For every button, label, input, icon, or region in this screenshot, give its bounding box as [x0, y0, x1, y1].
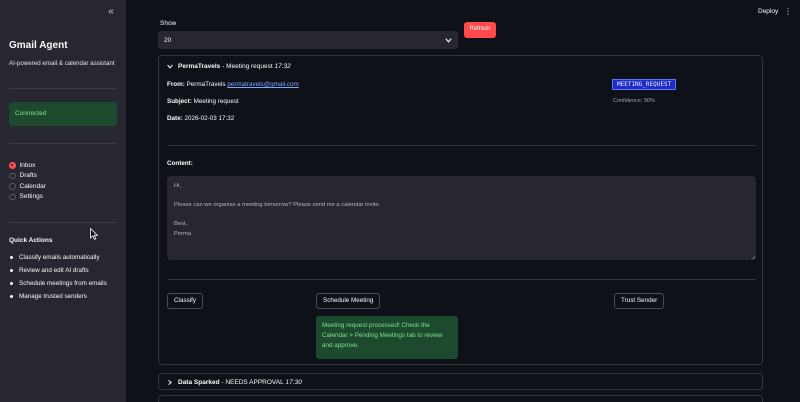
subject-row: Subject: Meeting request — [167, 98, 239, 105]
sidebar: « Gmail Agent AI-powered email & calenda… — [0, 0, 126, 402]
email-sender: PermaTravels — [178, 62, 221, 70]
radio-selected-icon — [9, 162, 16, 169]
nav-item-label: Inbox — [19, 161, 36, 169]
date-label: Date: — [167, 115, 183, 122]
refresh-button[interactable]: Refresh — [464, 22, 496, 38]
divider — [167, 145, 756, 146]
success-alert: Meeting request processed! Check the Cal… — [316, 316, 458, 359]
list-item: Review and edit AI drafts — [9, 266, 107, 279]
collapse-sidebar-icon[interactable]: « — [104, 6, 118, 18]
classify-button[interactable]: Classify — [167, 293, 204, 309]
nav-item-calendar[interactable]: Calendar — [9, 181, 46, 192]
divider — [167, 279, 756, 280]
schedule-meeting-button[interactable]: Schedule Meeting — [316, 293, 381, 309]
list-item: Classify emails automatically — [9, 253, 107, 266]
connection-status: Connected — [9, 102, 117, 126]
classification-badge: MEETING_REQUEST — [612, 79, 677, 90]
sidebar-divider — [9, 222, 117, 223]
list-item: Schedule meetings from emails — [9, 279, 107, 292]
chevron-right-icon — [168, 379, 173, 385]
email-subject: Meeting request — [226, 62, 273, 70]
email-expander-header[interactable]: PermaTravels - Meeting request 17:32 — [167, 61, 291, 71]
sidebar-divider — [9, 88, 117, 89]
quick-actions-list: Classify emails automatically Review and… — [9, 253, 107, 305]
from-email-link[interactable]: permatravels@gmail.com — [227, 81, 298, 88]
radio-icon — [9, 193, 16, 200]
app-subtitle: AI-powered email & calendar assistant — [9, 60, 115, 67]
show-label: Show — [160, 20, 177, 26]
nav-item-inbox[interactable]: Inbox — [9, 160, 46, 171]
email-content-textarea[interactable]: Hi, Please can we organise a meeting tom… — [167, 176, 756, 260]
select-value: 20 — [164, 36, 172, 44]
nav-item-label: Settings — [19, 193, 44, 201]
resize-handle-icon[interactable] — [751, 255, 756, 260]
nav-item-label: Calendar — [19, 182, 46, 190]
show-count-select[interactable]: 20 — [158, 31, 458, 49]
sidebar-divider — [9, 143, 117, 144]
app-title: Gmail Agent — [9, 40, 68, 51]
deploy-button[interactable]: Deploy — [758, 8, 778, 15]
radio-icon — [9, 172, 16, 179]
list-item: Manage trusted senders — [9, 292, 107, 305]
email-time: 17:30 — [285, 378, 302, 386]
radio-icon — [9, 183, 16, 190]
subject-value: Meeting request — [193, 98, 239, 105]
from-row: From: PermaTravels permatravels@gmail.co… — [167, 81, 299, 88]
chevron-down-icon — [445, 37, 452, 43]
nav-item-label: Drafts — [19, 172, 37, 180]
email-expander: PermaTravels - Meeting request 17:32 Fro… — [158, 55, 763, 365]
date-row: Date: 2026-02-03 17:32 — [167, 115, 234, 122]
email-time: 17:32 — [274, 62, 291, 70]
subject-label: Subject: — [167, 98, 192, 105]
nav-radio-group: Inbox Drafts Calendar Settings — [9, 160, 46, 202]
content-label: Content: — [167, 160, 193, 167]
kebab-menu-icon[interactable]: ⋮ — [784, 7, 792, 17]
confidence-text: Confidence: 90% — [613, 98, 655, 104]
from-label: From: — [167, 81, 185, 88]
email-expander-header[interactable]: Data Sparked - NEEDS APPROVAL 17:30 — [167, 377, 302, 387]
trust-sender-button[interactable]: Trust Sender — [614, 293, 665, 309]
chevron-down-icon — [167, 64, 173, 69]
email-subject: NEEDS APPROVAL — [225, 378, 284, 386]
email-expander[interactable] — [158, 395, 763, 402]
email-sender: Data Sparked — [178, 378, 220, 386]
nav-item-settings[interactable]: Settings — [9, 192, 46, 203]
date-value: 2026-02-03 17:32 — [184, 115, 235, 122]
mouse-cursor-icon — [90, 228, 98, 240]
email-expander: Data Sparked - NEEDS APPROVAL 17:30 — [158, 373, 763, 390]
quick-actions-title: Quick Actions — [9, 237, 53, 244]
nav-item-drafts[interactable]: Drafts — [9, 171, 46, 182]
from-name: PermaTravels — [186, 81, 226, 88]
